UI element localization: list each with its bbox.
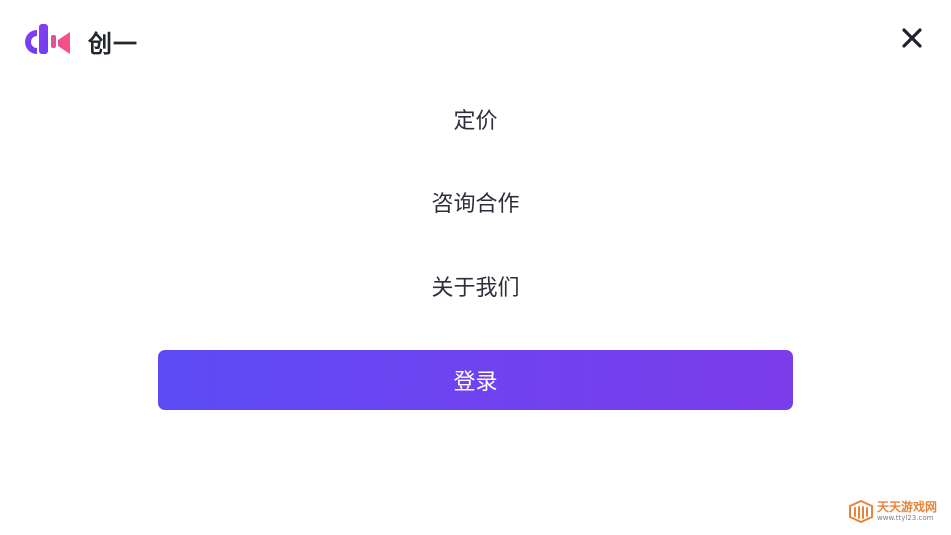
close-button[interactable] bbox=[898, 24, 926, 52]
watermark-url: www.ttyl23.com bbox=[877, 514, 934, 522]
nav-item-about-us[interactable]: 关于我们 bbox=[0, 270, 951, 302]
close-icon bbox=[902, 28, 922, 48]
login-button[interactable]: 登录 bbox=[158, 350, 793, 410]
login-button-label: 登录 bbox=[453, 370, 498, 395]
nav-item-pricing[interactable]: 定价 bbox=[0, 103, 951, 135]
nav-item-consulting[interactable]: 咨询合作 bbox=[0, 186, 951, 218]
brand-name: 创一 bbox=[88, 30, 138, 58]
brand-logo-icon[interactable] bbox=[17, 20, 73, 58]
site-watermark: 天天游戏网 www.ttyl23.com bbox=[848, 497, 946, 527]
watermark-title: 天天游戏网 bbox=[877, 500, 938, 514]
watermark-logo-icon bbox=[849, 499, 873, 523]
